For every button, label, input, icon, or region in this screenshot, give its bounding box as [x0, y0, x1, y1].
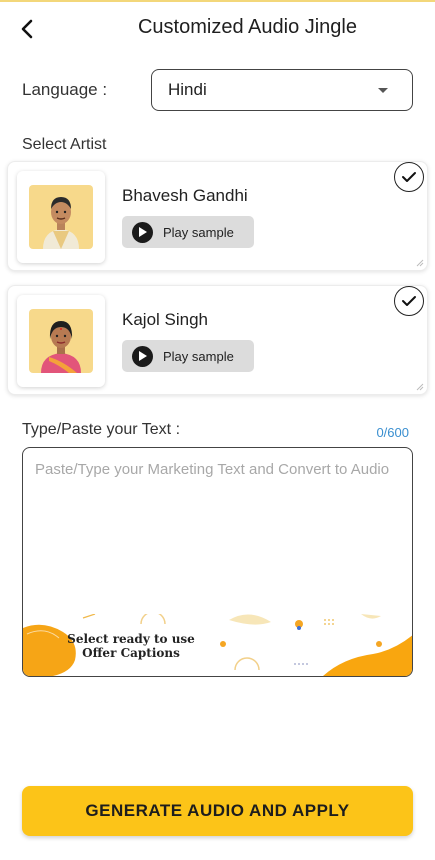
- resize-grip-icon: [416, 383, 424, 391]
- select-artist-label: Select Artist: [22, 136, 107, 153]
- caption-banner-text: Select ready to use Offer Captions: [67, 632, 195, 660]
- header-bar: Customized Audio Jingle: [0, 8, 435, 52]
- offer-captions-banner[interactable]: Select ready to use Offer Captions: [23, 614, 412, 676]
- generate-audio-button[interactable]: GENERATE AUDIO AND APPLY: [22, 786, 413, 836]
- artist-name: Kajol Singh: [122, 310, 209, 329]
- play-icon: [132, 345, 153, 367]
- play-sample-button[interactable]: Play sample: [122, 216, 254, 248]
- artist-name: Bhavesh Gandhi: [122, 186, 248, 205]
- female-artist-avatar-icon: [29, 309, 93, 373]
- check-icon[interactable]: [394, 162, 424, 192]
- check-icon[interactable]: [394, 286, 424, 316]
- resize-grip-icon: [416, 259, 424, 267]
- language-label: Language :: [22, 80, 108, 99]
- language-selected-value: Hindi: [168, 80, 207, 99]
- page-title: Customized Audio Jingle: [137, 16, 357, 38]
- play-sample-label: Play sample: [163, 348, 234, 364]
- artist-card-kajol[interactable]: Kajol Singh Play sample: [7, 285, 428, 395]
- top-divider: [0, 0, 435, 2]
- play-sample-label: Play sample: [163, 224, 234, 240]
- artist-card-bhavesh[interactable]: Bhavesh Gandhi Play sample: [7, 161, 428, 271]
- text-placeholder: Paste/Type your Marketing Text and Conve…: [35, 461, 390, 478]
- avatar: [17, 171, 105, 263]
- character-counter: 0/600: [376, 425, 409, 440]
- caret-down-icon: [378, 88, 388, 93]
- avatar: [17, 295, 105, 387]
- male-artist-avatar-icon: [29, 185, 93, 249]
- marketing-text-input[interactable]: Paste/Type your Marketing Text and Conve…: [22, 447, 413, 677]
- language-select[interactable]: Hindi: [151, 69, 413, 111]
- text-input-label: Type/Paste your Text :: [22, 421, 181, 438]
- play-icon: [132, 221, 153, 243]
- play-sample-button[interactable]: Play sample: [122, 340, 254, 372]
